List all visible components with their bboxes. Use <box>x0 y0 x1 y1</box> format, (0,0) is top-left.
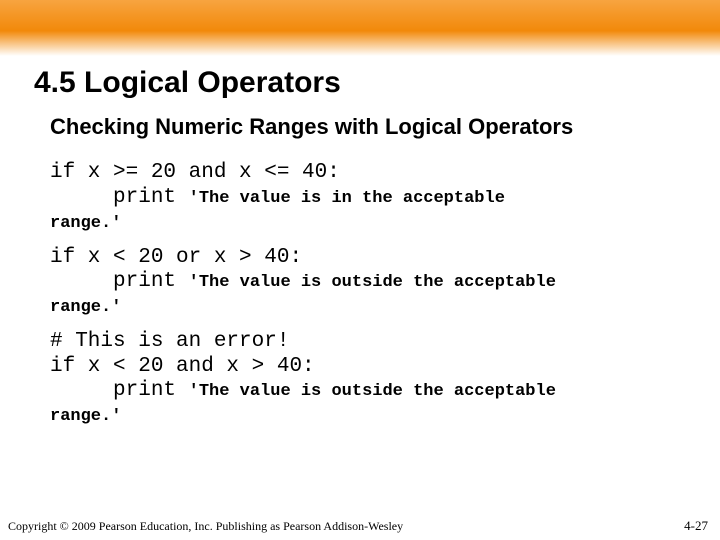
code-block-1: if x >= 20 and x <= 40: print 'The value… <box>50 161 670 235</box>
code-line-lead: print <box>50 379 189 402</box>
code-string: 'The value is outside the acceptable <box>189 273 556 292</box>
code-block-3: # This is an error! if x < 20 and x > 40… <box>50 330 670 429</box>
code-line-lead: print <box>50 270 189 293</box>
page-number: 4-27 <box>684 518 708 534</box>
code-tail: range.' <box>50 214 121 233</box>
code-line: if x < 20 and x > 40: <box>50 355 315 378</box>
slide-subtitle: Checking Numeric Ranges with Logical Ope… <box>0 100 720 139</box>
copyright-footer: Copyright © 2009 Pearson Education, Inc.… <box>8 519 403 534</box>
code-string: 'The value is in the acceptable <box>189 189 505 208</box>
code-area: if x >= 20 and x <= 40: print 'The value… <box>0 139 720 429</box>
code-tail: range.' <box>50 407 121 426</box>
code-line: if x < 20 or x > 40: <box>50 246 302 269</box>
header-band <box>0 0 720 56</box>
code-tail: range.' <box>50 298 121 317</box>
code-comment: # This is an error! <box>50 330 289 353</box>
code-string: 'The value is outside the acceptable <box>189 382 556 401</box>
code-block-2: if x < 20 or x > 40: print 'The value is… <box>50 246 670 320</box>
slide-title: 4.5 Logical Operators <box>0 56 720 100</box>
code-line: if x >= 20 and x <= 40: <box>50 161 340 184</box>
code-line-lead: print <box>50 186 189 209</box>
